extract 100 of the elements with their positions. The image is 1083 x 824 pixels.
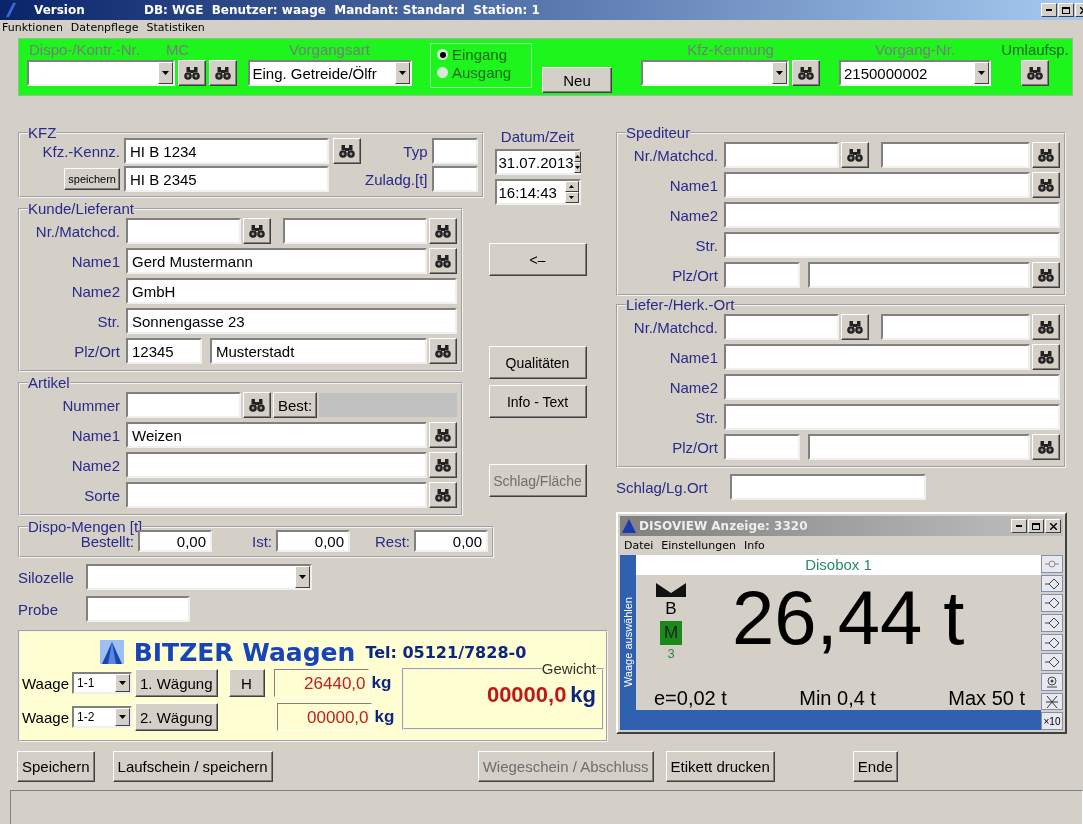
binoculars-icon	[249, 224, 265, 238]
weighing-button[interactable]: 2. Wägung	[135, 703, 218, 731]
minimize-button[interactable]	[1011, 519, 1027, 533]
button[interactable]: Qualitäten	[488, 346, 587, 379]
menu-item[interactable]: Funktionen	[2, 21, 63, 34]
search-button[interactable]	[333, 138, 361, 164]
field-label: Name1	[70, 252, 120, 270]
input-field[interactable]	[431, 166, 478, 192]
dropdown[interactable]	[27, 60, 175, 86]
search-button[interactable]	[1032, 142, 1060, 168]
input-field[interactable]	[724, 374, 1060, 400]
input-field[interactable]: HI B 2345	[124, 166, 329, 192]
search-button[interactable]	[243, 218, 271, 244]
caret-icon	[398, 71, 406, 75]
search-button[interactable]	[1032, 434, 1060, 460]
button[interactable]: Speichern	[17, 750, 95, 782]
search-button[interactable]	[429, 248, 457, 274]
date-time-field[interactable]: 16:14:43	[494, 179, 581, 205]
input-field[interactable]: HI B 1234	[124, 138, 329, 164]
input-field[interactable]	[724, 404, 1060, 430]
input-field[interactable]	[808, 434, 1030, 460]
close-button[interactable]	[1045, 519, 1061, 533]
menu-item[interactable]: Datei	[624, 539, 654, 552]
dropdown[interactable]: 1-2	[72, 706, 132, 728]
search-button[interactable]	[429, 218, 457, 244]
input-field[interactable]	[126, 392, 241, 418]
input-field[interactable]	[724, 172, 1030, 198]
new-button[interactable]: Neu	[542, 67, 612, 93]
button[interactable]: Info - Text	[488, 385, 587, 418]
input-field[interactable]: 0,00	[276, 530, 350, 552]
search-button[interactable]	[1032, 314, 1060, 340]
input-field[interactable]: Musterstadt	[210, 338, 427, 364]
weighing-button[interactable]: 1. Wägung	[135, 669, 218, 697]
dropdown[interactable]	[86, 564, 312, 590]
multiplier-button[interactable]: ×10	[1041, 712, 1063, 731]
input-field[interactable]	[126, 482, 427, 508]
input-field[interactable]: Gerd Mustermann	[126, 248, 427, 274]
search-button[interactable]	[243, 392, 271, 418]
scale-select-strip[interactable]: Waage auswählen	[620, 555, 636, 730]
input-field[interactable]	[724, 202, 1060, 228]
input-field[interactable]	[724, 262, 800, 288]
menu-item[interactable]: Einstellungen	[661, 539, 736, 552]
field-label: Datum/Zeit	[500, 128, 575, 145]
hold-button[interactable]: H	[228, 669, 265, 697]
search-button[interactable]	[841, 314, 869, 340]
search-button[interactable]	[1032, 172, 1060, 198]
dropdown[interactable]: Eing. Getreide/Ölfr	[247, 60, 412, 86]
button[interactable]: Laufschein / speichern	[112, 750, 273, 782]
search-button[interactable]	[1021, 60, 1049, 86]
input-field[interactable]	[86, 596, 190, 622]
input-field[interactable]	[881, 314, 1030, 340]
search-button[interactable]	[429, 482, 457, 508]
menu-item[interactable]: Statistiken	[146, 21, 205, 34]
button[interactable]: Ende	[852, 750, 898, 782]
button[interactable]: <–	[488, 243, 587, 276]
input-field[interactable]	[724, 232, 1060, 258]
input-field[interactable]: Sonnengasse 23	[126, 308, 457, 334]
input-field[interactable]	[126, 218, 241, 244]
input-field[interactable]	[808, 262, 1030, 288]
button[interactable]: Etikett drucken	[665, 750, 775, 782]
input-field[interactable]	[724, 434, 800, 460]
menu-item[interactable]: Info	[743, 539, 765, 552]
input-field[interactable]	[431, 138, 478, 164]
input-field[interactable]	[126, 452, 427, 478]
best-button[interactable]: Best:	[273, 392, 318, 418]
input-field[interactable]	[724, 344, 1030, 370]
input-field[interactable]	[724, 142, 839, 168]
field-label: Nummer	[61, 396, 120, 414]
dropdown[interactable]: 1-1	[72, 672, 132, 694]
scale-name: Disobox 1	[636, 555, 1041, 575]
search-button[interactable]	[429, 422, 457, 448]
input-field[interactable]: 0,00	[138, 530, 212, 552]
binoculars-icon	[435, 458, 451, 472]
search-button[interactable]	[792, 60, 820, 86]
date-time-field[interactable]: 31.07.2013	[494, 149, 581, 175]
input-field[interactable]	[730, 474, 926, 500]
input-field[interactable]	[283, 218, 427, 244]
search-button[interactable]	[429, 452, 457, 478]
input-field[interactable]: GmbH	[126, 278, 457, 304]
search-button[interactable]	[1032, 262, 1060, 288]
input-field[interactable]	[881, 142, 1030, 168]
search-button[interactable]	[1032, 344, 1060, 370]
search-button[interactable]	[178, 60, 206, 86]
input-field[interactable]: 12345	[126, 338, 202, 364]
search-button[interactable]	[429, 338, 457, 364]
cross-button[interactable]	[1041, 692, 1063, 711]
input-field[interactable]: 0,00	[414, 530, 488, 552]
maximize-button[interactable]	[1058, 3, 1074, 17]
input-field[interactable]: Weizen	[126, 422, 427, 448]
menu-item[interactable]: Datenpflege	[70, 21, 139, 34]
save-button[interactable]: speichern	[64, 168, 120, 190]
input-field[interactable]	[724, 314, 839, 340]
dropdown[interactable]	[641, 60, 789, 86]
search-button[interactable]	[209, 60, 237, 86]
minimize-button[interactable]	[1041, 3, 1057, 17]
maximize-button[interactable]	[1028, 519, 1044, 533]
dropdown[interactable]: 2150000002	[839, 60, 991, 86]
search-button[interactable]	[841, 142, 869, 168]
field-label: Dispo-/Kontr.-Nr.	[29, 41, 140, 58]
group-title: Artikel	[28, 376, 70, 390]
